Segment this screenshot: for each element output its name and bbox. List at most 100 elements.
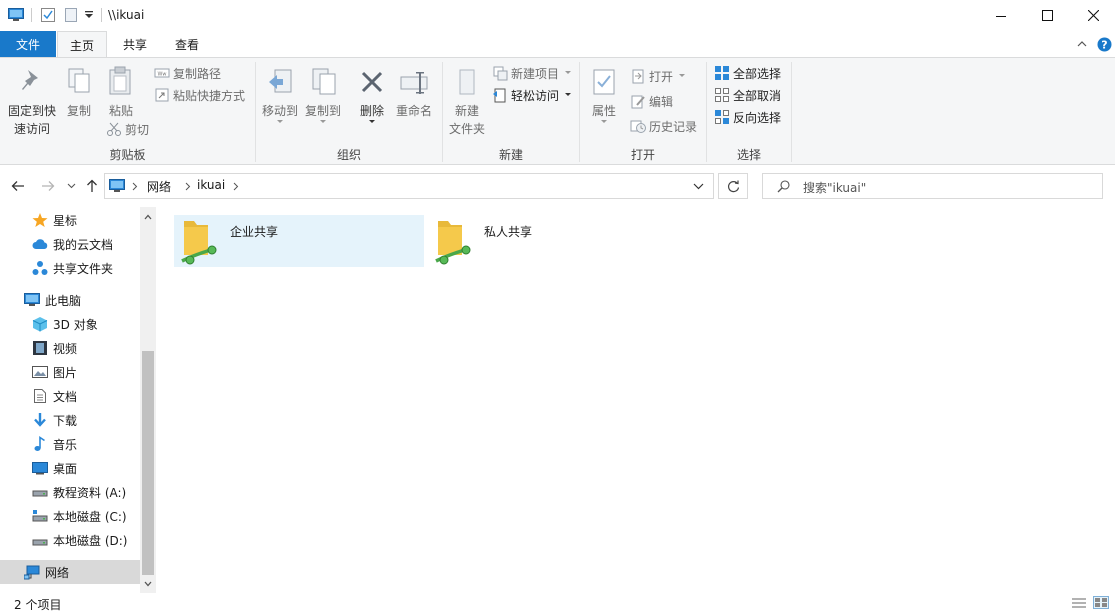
move-to-button[interactable]: 移动到 <box>258 62 302 126</box>
invert-selection-icon <box>715 110 729 124</box>
properties-label: 属性 <box>591 104 616 118</box>
pin-quick-access-button[interactable]: 固定到快 速访问 <box>4 62 56 142</box>
navigation-pane: 星标 我的云文档 共享文件夹 此电脑 3D 对象 视频 图片 文档 下载 音乐 … <box>0 207 156 593</box>
invert-selection-button[interactable]: 反向选择 <box>714 107 781 127</box>
search-icon <box>777 180 790 193</box>
sidebar-item-label: 本地磁盘 (D:) <box>53 533 128 548</box>
dropdown-arrow-icon <box>679 74 686 77</box>
folder-tile[interactable]: 企业共享 <box>174 215 424 267</box>
new-item-icon <box>493 66 508 81</box>
address-dropdown-icon[interactable] <box>693 183 704 190</box>
back-arrow-icon[interactable] <box>11 180 25 192</box>
up-arrow-icon[interactable] <box>86 179 98 193</box>
copy-button[interactable]: 复制 <box>62 62 96 122</box>
paste-shortcut-icon <box>155 88 169 102</box>
details-view-icon[interactable] <box>1071 597 1087 609</box>
sidebar-item-label: 图片 <box>53 365 78 380</box>
sidebar-item-pictures[interactable]: 图片 <box>0 360 140 384</box>
history-button[interactable]: 历史记录 <box>630 116 697 136</box>
forward-arrow-icon[interactable] <box>41 180 55 192</box>
sidebar-item-3d-objects[interactable]: 3D 对象 <box>0 312 140 336</box>
sidebar-item-drive-c[interactable]: 本地磁盘 (C:) <box>0 504 140 528</box>
sidebar-item-desktop[interactable]: 桌面 <box>0 456 140 480</box>
item-count: 2 个项目 <box>14 598 62 612</box>
new-item-button[interactable]: 新建项目 <box>492 63 573 83</box>
move-to-icon <box>269 69 292 93</box>
recent-locations-icon[interactable] <box>67 183 76 189</box>
sidebar-item-shared-folder[interactable]: 共享文件夹 <box>0 256 140 280</box>
help-icon[interactable]: ? <box>1097 37 1112 52</box>
address-bar[interactable]: 网络 ikuai <box>104 173 714 199</box>
breadcrumb-ikuai[interactable]: ikuai <box>197 178 225 192</box>
sidebar-item-starred[interactable]: 星标 <box>0 208 140 232</box>
select-none-button[interactable]: 全部取消 <box>714 85 781 105</box>
delete-button[interactable]: 删除 <box>354 62 390 130</box>
search-box[interactable]: 搜索"ikuai" <box>762 173 1103 199</box>
breadcrumb-network[interactable]: 网络 <box>147 178 171 195</box>
sidebar-item-cloud-docs[interactable]: 我的云文档 <box>0 232 140 256</box>
minimize-button[interactable] <box>978 0 1024 31</box>
tab-file[interactable]: 文件 <box>0 31 56 57</box>
properties-icon[interactable] <box>40 7 56 23</box>
copy-path-label: 复制路径 <box>173 66 222 81</box>
cut-button[interactable]: 剪切 <box>106 119 149 139</box>
scrollbar-thumb[interactable] <box>142 351 154 575</box>
sidebar-item-this-pc[interactable]: 此电脑 <box>0 288 140 312</box>
edit-icon <box>631 95 645 109</box>
open-icon <box>632 69 644 84</box>
sidebar-item-drive-a[interactable]: 教程资料 (A:) <box>0 480 140 504</box>
paste-shortcut-label: 粘贴快捷方式 <box>173 88 246 103</box>
video-icon <box>33 341 47 355</box>
tab-share[interactable]: 共享 <box>112 31 158 57</box>
copy-path-button[interactable]: Ww 复制路径 <box>154 63 221 83</box>
ribbon: 固定到快 速访问 复制 粘贴 Ww 复制路径 粘贴快捷方式 剪切 剪贴板 移动到… <box>0 57 1115 165</box>
dropdown-arrow-icon <box>601 120 607 123</box>
properties-button[interactable]: 属性 <box>584 62 624 126</box>
clipboard-group-label: 剪贴板 <box>109 148 146 162</box>
tab-view[interactable]: 查看 <box>164 31 210 57</box>
breadcrumb-chevron-icon[interactable] <box>233 182 239 191</box>
open-button[interactable]: 打开 <box>630 66 687 86</box>
new-folder-quick-icon[interactable] <box>63 7 79 23</box>
paste-shortcut-button[interactable]: 粘贴快捷方式 <box>154 85 245 105</box>
drive-icon <box>32 539 48 546</box>
refresh-button[interactable] <box>718 173 748 199</box>
edit-button[interactable]: 编辑 <box>630 91 673 111</box>
collapse-ribbon-icon[interactable] <box>1077 40 1087 47</box>
select-group-label: 选择 <box>736 148 761 162</box>
easy-access-button[interactable]: 轻松访问 <box>492 85 573 105</box>
maximize-button[interactable] <box>1024 0 1070 31</box>
close-button[interactable] <box>1070 0 1115 31</box>
document-icon <box>34 389 46 403</box>
sidebar-item-music[interactable]: 音乐 <box>0 432 140 456</box>
new-folder-button[interactable]: 新建 文件夹 <box>446 62 488 142</box>
copy-to-button[interactable]: 复制到 <box>301 62 345 126</box>
breadcrumb-chevron-icon[interactable] <box>185 182 191 191</box>
tab-home[interactable]: 主页 <box>57 31 107 58</box>
picture-icon <box>32 366 48 378</box>
sidebar-item-videos[interactable]: 视频 <box>0 336 140 360</box>
sidebar-item-downloads[interactable]: 下载 <box>0 408 140 432</box>
dropdown-arrow-icon <box>565 93 572 96</box>
breadcrumb-chevron-icon[interactable] <box>132 182 138 191</box>
folder-tile[interactable]: 私人共享 <box>428 215 678 267</box>
paste-button[interactable]: 粘贴 <box>102 62 140 122</box>
sidebar-item-network[interactable]: 网络 <box>0 560 140 584</box>
pin-label-2: 速访问 <box>13 122 50 136</box>
new-group-label: 新建 <box>498 148 523 162</box>
rename-label: 重命名 <box>395 104 432 118</box>
cube-icon <box>32 317 48 332</box>
sidebar-item-drive-d[interactable]: 本地磁盘 (D:) <box>0 528 140 552</box>
customize-toolbar-icon[interactable] <box>84 10 94 20</box>
rename-button[interactable]: 重命名 <box>392 62 436 122</box>
refresh-icon <box>727 180 739 192</box>
scroll-down-icon[interactable] <box>144 581 152 587</box>
sidebar-scrollbar[interactable] <box>140 207 156 593</box>
sidebar-item-documents[interactable]: 文档 <box>0 384 140 408</box>
scroll-up-icon[interactable] <box>144 214 152 220</box>
large-icons-view-icon[interactable] <box>1093 596 1109 609</box>
dropdown-arrow-icon <box>277 120 283 123</box>
cloud-icon <box>32 239 48 249</box>
computer-icon <box>24 293 40 306</box>
select-all-button[interactable]: 全部选择 <box>714 63 781 83</box>
